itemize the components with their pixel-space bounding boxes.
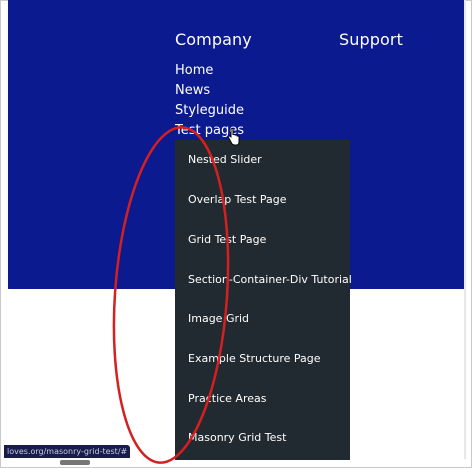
company-heading: Company: [175, 30, 252, 49]
footer-link-home[interactable]: Home: [175, 61, 244, 81]
scrollbar-track[interactable]: [464, 0, 466, 459]
dropdown-item-practice-areas[interactable]: Practice Areas: [188, 392, 266, 405]
dropdown-item-nested-slider[interactable]: Nested Slider: [188, 153, 262, 166]
horizontal-scroll-thumb[interactable]: [60, 460, 90, 465]
hand-cursor-icon: [227, 128, 240, 146]
support-heading: Support: [339, 30, 403, 49]
dropdown-item-example-structure-page[interactable]: Example Structure Page: [188, 352, 321, 365]
footer-link-news[interactable]: News: [175, 81, 244, 101]
footer-link-styleguide[interactable]: Styleguide: [175, 101, 244, 121]
test-pages-dropdown: Nested Slider Overlap Test Page Grid Tes…: [175, 140, 352, 460]
dropdown-item-grid-test-page[interactable]: Grid Test Page: [188, 233, 266, 246]
status-bar-url: loves.org/masonry-grid-test/#: [4, 445, 131, 458]
dropdown-item-image-grid[interactable]: Image Grid: [188, 312, 249, 325]
dropdown-item-overlap-test-page[interactable]: Overlap Test Page: [188, 193, 287, 206]
dropdown-item-masonry-grid-test[interactable]: Masonry Grid Test: [188, 431, 286, 444]
dropdown-item-section-container-div-tutorial[interactable]: Section-Container-Div Tutorial: [188, 273, 352, 286]
